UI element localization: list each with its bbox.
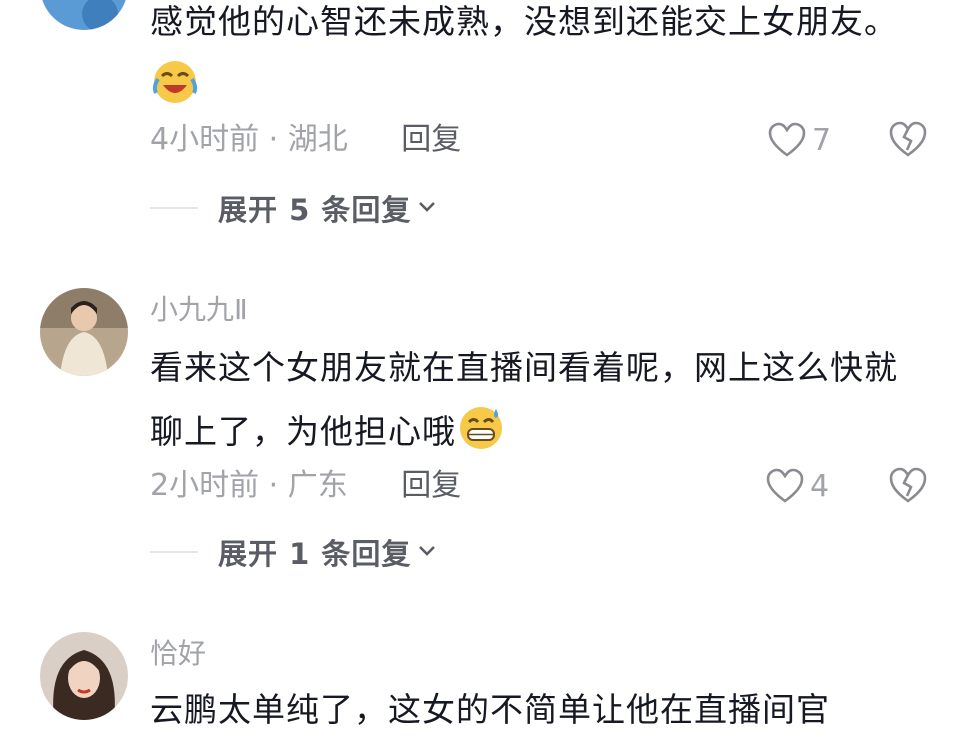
like-button[interactable]: 4 [766,466,846,506]
chevron-down-icon [417,199,437,218]
broken-heart-icon [888,467,928,508]
comment-text: 看来这个女朋友就在直播间看着呢，网上这么快就聊上了，为他担心哦 [150,348,898,451]
like-count: 7 [812,122,832,158]
avatar[interactable] [40,632,128,720]
username[interactable]: 恰好 [150,636,206,672]
like-button[interactable]: 7 [768,120,848,160]
laugh-cry-emoji [152,59,198,105]
divider [150,551,198,553]
expand-replies-label: 展开 1 条回复 [218,537,412,571]
comment-text: 云鹏太单纯了，这女的不简单让他在直播间官 [150,690,830,729]
broken-heart-icon [888,121,928,162]
expand-replies-button[interactable]: 展开 5 条回复 [150,188,437,228]
like-count: 4 [810,468,830,504]
comment-time-location: 4小时前 · 湖北 [150,122,348,157]
expand-replies-button[interactable]: 展开 1 条回复 [150,532,437,572]
grin-sweat-emoji [458,405,504,451]
heart-icon [766,468,804,504]
comment-meta: 4小时前 · 湖北 回复 [150,120,461,160]
comment-text: 感觉他的心智还未成熟，没想到还能交上女朋友。 [150,0,910,118]
heart-icon [768,122,806,158]
reply-button[interactable]: 回复 [401,468,461,503]
chevron-down-icon [417,543,437,562]
comment-meta: 2小时前 · 广东 回复 [150,466,461,506]
expand-replies-label: 展开 5 条回复 [218,193,412,227]
dislike-button[interactable] [888,466,928,506]
avatar[interactable] [40,288,128,376]
comment-time-location: 2小时前 · 广东 [150,468,348,503]
dislike-button[interactable] [888,120,928,160]
divider [150,207,198,209]
avatar[interactable] [40,0,128,30]
username[interactable]: 小九九Ⅱ [150,292,248,328]
reply-button[interactable]: 回复 [401,122,461,157]
